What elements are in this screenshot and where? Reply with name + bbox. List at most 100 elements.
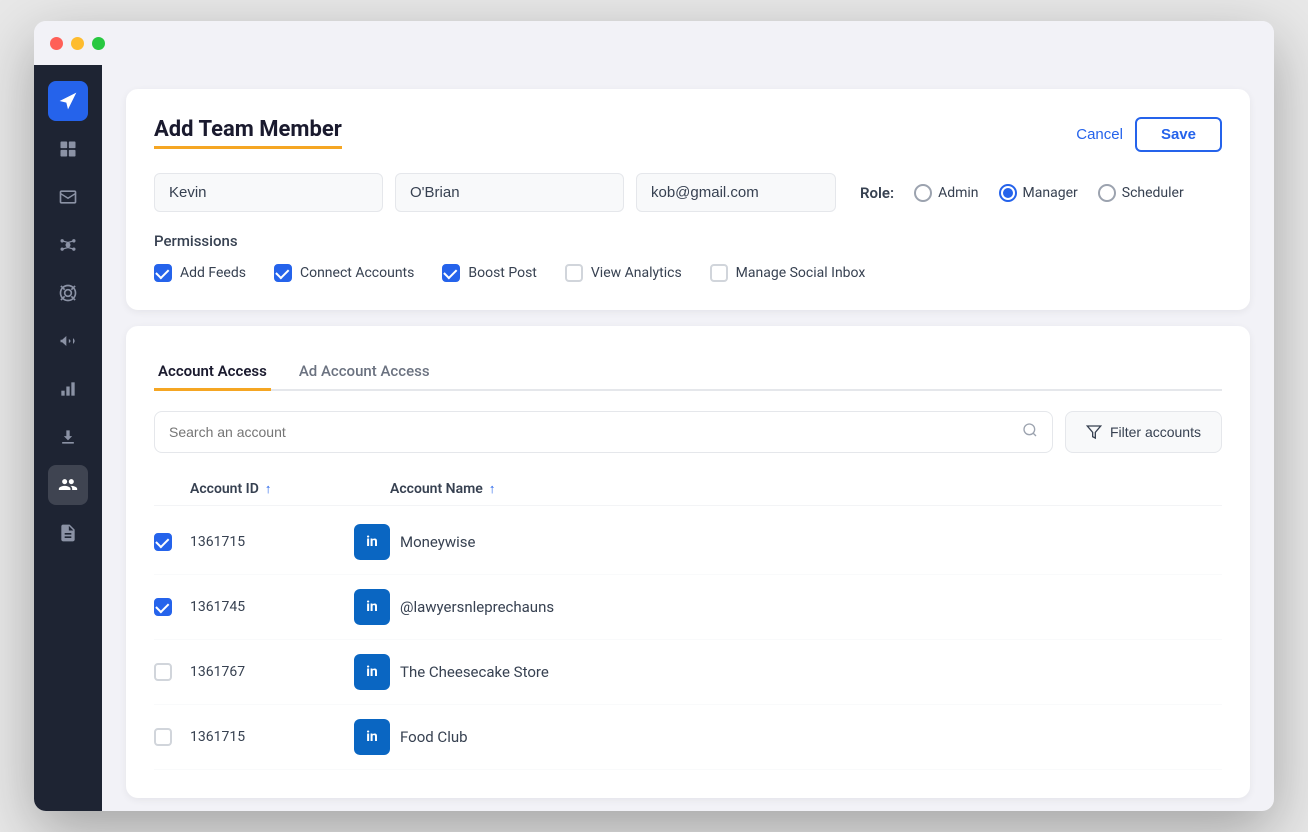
close-button[interactable] [50,37,63,50]
row-1-platform-badge: in [354,524,390,560]
search-box [154,411,1053,453]
cancel-button[interactable]: Cancel [1076,126,1123,143]
permissions-row: Add Feeds Connect Accounts Boost Post Vi… [154,264,1222,282]
account-name-label: Account Name [390,481,483,497]
connect-accounts-label: Connect Accounts [300,265,414,281]
admin-label: Admin [938,185,978,201]
maximize-button[interactable] [92,37,105,50]
header-account-id[interactable]: Account ID ↑ [190,481,390,497]
sidebar-item-analytics[interactable] [48,369,88,409]
role-options: Admin Manager Scheduler [914,184,1184,202]
row-1-name: Moneywise [400,533,476,551]
row-1-name-col: in Moneywise [354,524,1222,560]
row-4-name-col: in Food Club [354,719,1222,755]
minimize-button[interactable] [71,37,84,50]
titlebar [34,21,1274,65]
search-icon [1022,422,1038,442]
row-4-id: 1361715 [190,729,354,745]
sidebar [34,65,102,811]
last-name-input[interactable] [395,173,624,212]
account-tabs: Account Access Ad Account Access [154,354,1222,391]
row-1-checkbox-col [154,533,190,551]
sidebar-item-send[interactable] [48,81,88,121]
card-header: Add Team Member Cancel Save [154,117,1222,173]
manager-radio[interactable] [999,184,1017,202]
row-4-checkbox-col [154,728,190,746]
row-2-platform-badge: in [354,589,390,625]
account-access-card: Account Access Ad Account Access [126,326,1250,798]
table-header: Account ID ↑ Account Name ↑ [154,473,1222,506]
header-account-name[interactable]: Account Name ↑ [390,481,1222,497]
account-id-label: Account ID [190,481,259,497]
row-3-checkbox[interactable] [154,663,172,681]
card-title: Add Team Member [154,117,342,149]
card-title-container: Add Team Member [154,117,342,173]
permission-boost-post[interactable]: Boost Post [442,264,537,282]
permission-add-feeds[interactable]: Add Feeds [154,264,246,282]
app-window: Add Team Member Cancel Save Role: [34,21,1274,811]
add-feeds-checkbox[interactable] [154,264,172,282]
boost-post-label: Boost Post [468,265,537,281]
row-3-platform-badge: in [354,654,390,690]
main-area: Add Team Member Cancel Save Role: [34,65,1274,811]
row-3-checkbox-col [154,663,190,681]
filter-icon [1086,424,1102,440]
save-button[interactable]: Save [1135,117,1222,152]
row-3-name: The Cheesecake Store [400,663,549,681]
row-3-id: 1361767 [190,664,354,680]
add-feeds-label: Add Feeds [180,265,246,281]
row-1-checkbox[interactable] [154,533,172,551]
sidebar-item-inbox[interactable] [48,177,88,217]
table-row: 1361715 in Food Club [154,705,1222,770]
table-row: 1361767 in The Cheesecake Store [154,640,1222,705]
row-2-checkbox[interactable] [154,598,172,616]
manage-social-inbox-checkbox[interactable] [710,264,728,282]
sidebar-item-dashboard[interactable] [48,129,88,169]
tab-ad-account-access[interactable]: Ad Account Access [295,354,434,391]
filter-button[interactable]: Filter accounts [1065,411,1222,453]
scheduler-label: Scheduler [1122,185,1184,201]
scheduler-radio[interactable] [1098,184,1116,202]
sidebar-item-team[interactable] [48,465,88,505]
view-analytics-checkbox[interactable] [565,264,583,282]
sidebar-item-reports[interactable] [48,513,88,553]
role-scheduler[interactable]: Scheduler [1098,184,1184,202]
tab-account-access[interactable]: Account Access [154,354,271,391]
role-manager[interactable]: Manager [999,184,1078,202]
account-name-sort-icon[interactable]: ↑ [489,481,496,497]
sidebar-item-campaigns[interactable] [48,321,88,361]
permission-manage-social-inbox[interactable]: Manage Social Inbox [710,264,866,282]
permissions-label: Permissions [154,232,1222,250]
permission-connect-accounts[interactable]: Connect Accounts [274,264,414,282]
row-2-id: 1361745 [190,599,354,615]
permission-view-analytics[interactable]: View Analytics [565,264,682,282]
card-actions: Cancel Save [1076,117,1222,152]
boost-post-checkbox[interactable] [442,264,460,282]
row-4-platform-badge: in [354,719,390,755]
admin-radio[interactable] [914,184,932,202]
email-input[interactable] [636,173,836,212]
account-id-sort-icon[interactable]: ↑ [265,481,272,497]
manager-label: Manager [1023,185,1078,201]
content-area: Add Team Member Cancel Save Role: [102,65,1274,811]
search-input[interactable] [169,424,1014,440]
table-row: 1361715 in Moneywise [154,510,1222,575]
sidebar-item-help[interactable] [48,273,88,313]
row-3-name-col: in The Cheesecake Store [354,654,1222,690]
form-row: Role: Admin Manager [154,173,1222,212]
sidebar-item-download[interactable] [48,417,88,457]
sidebar-item-network[interactable] [48,225,88,265]
view-analytics-label: View Analytics [591,265,682,281]
row-2-name: @lawyersnleprechauns [400,598,554,616]
filter-label: Filter accounts [1110,424,1201,440]
row-4-checkbox[interactable] [154,728,172,746]
first-name-input[interactable] [154,173,383,212]
table-row: 1361745 in @lawyersnleprechauns [154,575,1222,640]
row-2-name-col: in @lawyersnleprechauns [354,589,1222,625]
role-label: Role: [860,184,894,202]
row-1-id: 1361715 [190,534,354,550]
role-admin[interactable]: Admin [914,184,978,202]
connect-accounts-checkbox[interactable] [274,264,292,282]
manage-social-inbox-label: Manage Social Inbox [736,265,866,281]
add-team-member-card: Add Team Member Cancel Save Role: [126,89,1250,310]
